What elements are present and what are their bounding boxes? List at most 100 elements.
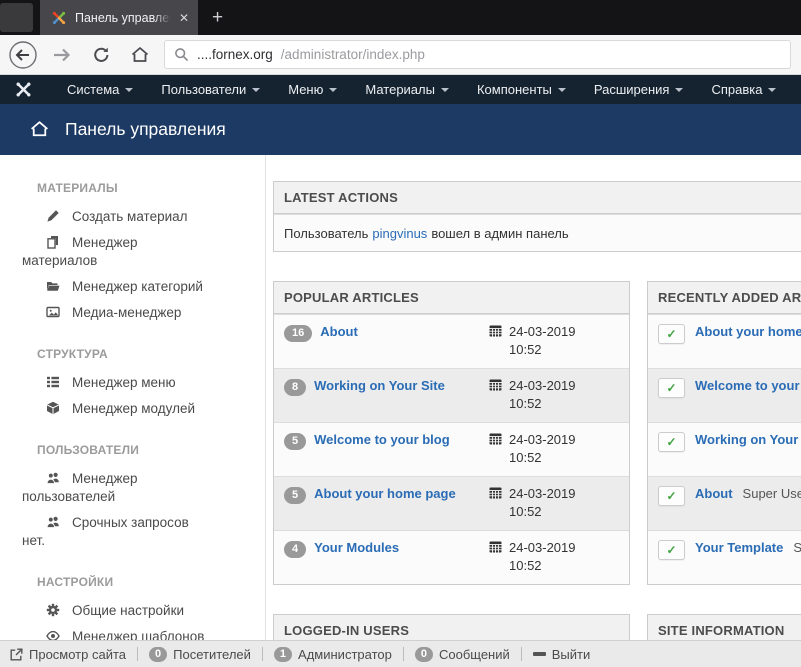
panel-title: POPULAR ARTICLES bbox=[274, 282, 629, 314]
article-link[interactable]: Your Modules bbox=[314, 540, 399, 555]
url-bar[interactable]: ....fornex.org/administrator/index.php bbox=[164, 40, 791, 69]
gear-icon bbox=[46, 603, 66, 617]
cube-icon bbox=[46, 401, 66, 415]
section-title: СТРУКТУРА bbox=[0, 347, 265, 361]
page-header: Панель управления bbox=[0, 104, 801, 155]
article-author: Super User bbox=[793, 540, 801, 555]
article-link[interactable]: Working on Your Site bbox=[314, 378, 445, 393]
home-button[interactable] bbox=[125, 40, 155, 70]
popular-article-row: 8 Working on Your Site 24-03-201910:52 bbox=[274, 368, 629, 422]
joomla-logo-icon bbox=[14, 80, 33, 99]
admin-sidebar: МАТЕРИАЛЫ Создать материал Менеджер мате… bbox=[0, 155, 266, 667]
check-icon: ✓ bbox=[666, 435, 676, 449]
caret-down-icon bbox=[441, 88, 449, 92]
browser-window: Панель управления - Прим ✕ + bbox=[0, 0, 801, 667]
reload-button[interactable] bbox=[86, 40, 116, 70]
article-link[interactable]: About your home page bbox=[695, 324, 801, 339]
published-check-button[interactable]: ✓ bbox=[658, 432, 685, 452]
recent-article-row: ✓ Your Template Super User bbox=[648, 530, 801, 584]
sidebar-item-menu-manager[interactable]: Менеджер меню bbox=[0, 370, 265, 396]
published-check-button[interactable]: ✓ bbox=[658, 486, 685, 506]
users-icon bbox=[46, 471, 66, 485]
sidebar-item-media-manager[interactable]: Медиа-менеджер bbox=[0, 300, 265, 326]
caret-down-icon bbox=[768, 88, 776, 92]
article-link[interactable]: Your Template bbox=[695, 540, 783, 555]
panel-title: LATEST ACTIONS bbox=[274, 182, 801, 214]
tab-title: Панель управления - Прим bbox=[75, 11, 171, 25]
check-icon: ✓ bbox=[666, 327, 676, 341]
popular-article-row: 4 Your Modules 24-03-201910:52 bbox=[274, 530, 629, 584]
article-time: 10:52 bbox=[509, 450, 576, 465]
sidebar-item-article-manager[interactable]: Менеджер материалов bbox=[0, 230, 265, 274]
sidebar-item-urgent-requests[interactable]: Срочных запросов нет. bbox=[0, 510, 265, 554]
user-link[interactable]: pingvinus bbox=[372, 226, 427, 241]
article-link[interactable]: About your home page bbox=[314, 486, 456, 501]
menu-content[interactable]: Материалы bbox=[351, 75, 463, 104]
calendar-icon bbox=[489, 324, 502, 337]
logout-link[interactable]: Выйти bbox=[533, 647, 591, 662]
sidebar-section-users: ПОЛЬЗОВАТЕЛИ Менеджер пользователей Сроч… bbox=[0, 443, 265, 554]
article-link[interactable]: About bbox=[320, 324, 358, 339]
check-icon: ✓ bbox=[666, 489, 676, 503]
copy-icon bbox=[46, 235, 66, 249]
menu-users[interactable]: Пользователи bbox=[147, 75, 274, 104]
admin-status-bar: Просмотр сайта 0 Посетителей 1 Администр… bbox=[0, 640, 801, 667]
menu-help[interactable]: Справка bbox=[697, 75, 790, 104]
section-title: МАТЕРИАЛЫ bbox=[0, 181, 265, 195]
recent-article-row: ✓ Welcome to your blog Super User bbox=[648, 368, 801, 422]
menu-menus[interactable]: Меню bbox=[274, 75, 351, 104]
back-button[interactable] bbox=[8, 40, 38, 70]
article-link[interactable]: Working on Your Site bbox=[695, 432, 801, 447]
panel-title: RECENTLY ADDED ARTICLES bbox=[648, 282, 801, 314]
calendar-icon bbox=[489, 486, 502, 499]
tab-bar: Панель управления - Прим ✕ + bbox=[0, 0, 801, 35]
page-title: Панель управления bbox=[65, 119, 226, 140]
messages-counter[interactable]: 0 Сообщений bbox=[415, 647, 510, 662]
published-check-button[interactable]: ✓ bbox=[658, 378, 685, 398]
admins-counter[interactable]: 1 Администратор bbox=[274, 647, 392, 662]
sidebar-item-category-manager[interactable]: Менеджер категорий bbox=[0, 274, 265, 300]
folder-icon bbox=[46, 279, 66, 293]
hits-badge: 5 bbox=[284, 487, 306, 504]
browser-tab[interactable]: Панель управления - Прим ✕ bbox=[40, 0, 198, 35]
article-link[interactable]: Welcome to your blog bbox=[695, 378, 801, 393]
section-title: НАСТРОЙКИ bbox=[0, 575, 265, 589]
sidebar-item-global-config[interactable]: Общие настройки bbox=[0, 598, 265, 624]
visitors-counter[interactable]: 0 Посетителей bbox=[149, 647, 251, 662]
tab-close-icon[interactable]: ✕ bbox=[179, 12, 189, 24]
caret-down-icon bbox=[125, 88, 133, 92]
window-menu-button[interactable] bbox=[0, 3, 33, 32]
article-link[interactable]: About bbox=[695, 486, 733, 501]
menu-extensions[interactable]: Расширения bbox=[580, 75, 698, 104]
view-site-link[interactable]: Просмотр сайта bbox=[10, 647, 126, 662]
published-check-button[interactable]: ✓ bbox=[658, 540, 685, 560]
users-icon bbox=[46, 515, 66, 529]
calendar-icon bbox=[489, 432, 502, 445]
section-title: ПОЛЬЗОВАТЕЛИ bbox=[0, 443, 265, 457]
divider bbox=[137, 647, 138, 661]
sidebar-item-user-manager[interactable]: Менеджер пользователей bbox=[0, 466, 265, 510]
sidebar-item-add-article[interactable]: Создать материал bbox=[0, 204, 265, 230]
menu-system[interactable]: Система bbox=[53, 75, 147, 104]
article-time: 10:52 bbox=[509, 396, 576, 411]
caret-down-icon bbox=[558, 88, 566, 92]
joomla-favicon-icon bbox=[51, 10, 67, 26]
sidebar-section-structure: СТРУКТУРА Менеджер меню Менеджер модулей bbox=[0, 347, 265, 422]
new-tab-button[interactable]: + bbox=[198, 0, 237, 35]
content-area: МАТЕРИАЛЫ Создать материал Менеджер мате… bbox=[0, 155, 801, 667]
article-date: 24-03-2019 bbox=[509, 324, 576, 339]
article-time: 10:52 bbox=[509, 504, 576, 519]
published-check-button[interactable]: ✓ bbox=[658, 324, 685, 344]
count-badge: 0 bbox=[415, 647, 433, 662]
home-icon bbox=[29, 119, 50, 140]
article-link[interactable]: Welcome to your blog bbox=[314, 432, 450, 447]
sidebar-item-module-manager[interactable]: Менеджер модулей bbox=[0, 396, 265, 422]
list-icon bbox=[46, 375, 66, 389]
panel-popular-articles: POPULAR ARTICLES 16 About 24-03-201910:5… bbox=[273, 281, 630, 585]
menu-components[interactable]: Компоненты bbox=[463, 75, 580, 104]
check-icon: ✓ bbox=[666, 543, 676, 557]
logout-icon bbox=[533, 652, 546, 656]
calendar-icon bbox=[489, 378, 502, 391]
article-time: 10:52 bbox=[509, 558, 576, 573]
forward-button[interactable] bbox=[47, 40, 77, 70]
